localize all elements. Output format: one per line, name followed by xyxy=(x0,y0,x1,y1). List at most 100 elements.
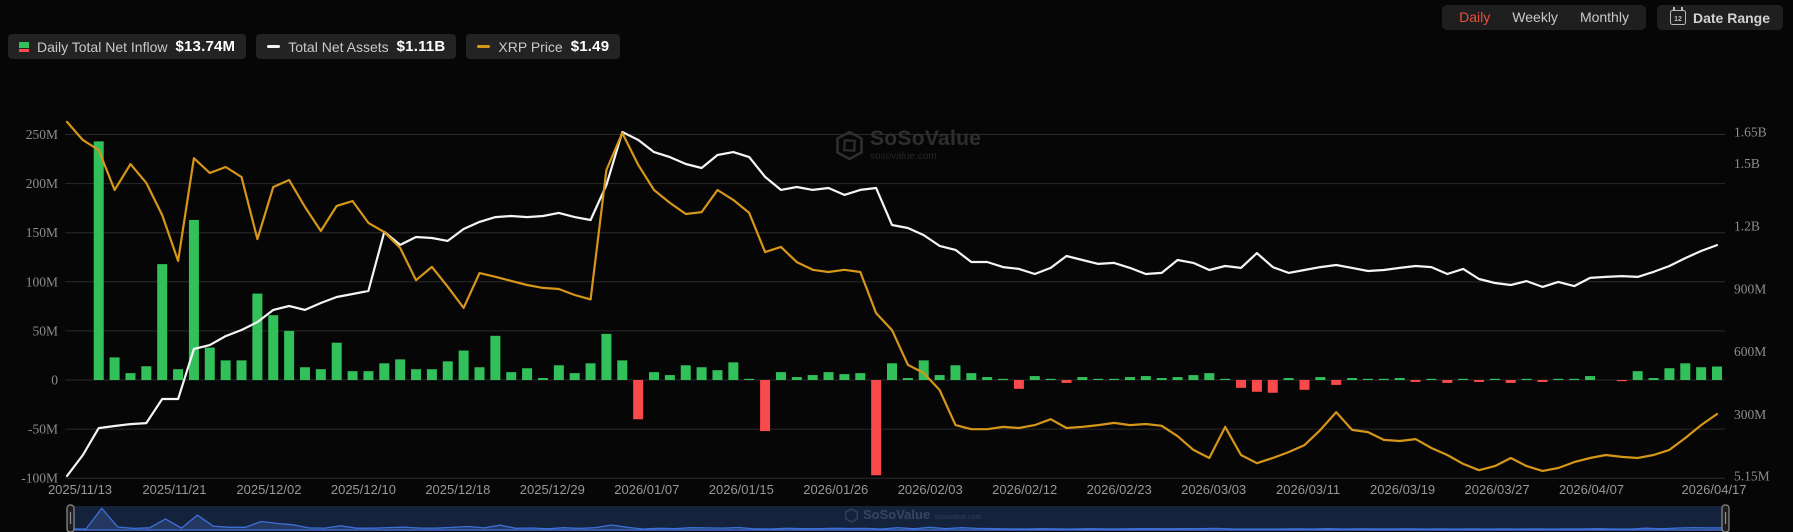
x-axis-date-label: 2025/11/21 xyxy=(142,482,206,497)
inflow-bar-positive xyxy=(221,360,231,380)
x-axis-date-label: 2026/02/03 xyxy=(898,482,963,497)
inflow-bar-positive xyxy=(792,377,802,380)
date-range-label: Date Range xyxy=(1693,10,1770,26)
inflow-bar-positive xyxy=(649,372,659,380)
inflow-bar-negative xyxy=(871,380,881,475)
x-axis-date-label: 2026/04/17 xyxy=(1681,482,1746,497)
left-axis-tick-label: 100M xyxy=(26,274,58,289)
inflow-bar-positive xyxy=(173,369,183,380)
inflow-bar-positive xyxy=(982,377,992,380)
inflow-bar-positive xyxy=(1522,379,1532,380)
inflow-bar-negative xyxy=(1411,380,1421,382)
inflow-bar-positive xyxy=(712,370,722,380)
inflow-bar-positive xyxy=(824,372,834,380)
calendar-icon: 12 xyxy=(1670,10,1686,25)
inflow-bar-positive xyxy=(506,372,516,380)
inflow-bar-positive xyxy=(1395,378,1405,380)
inflow-bar-positive xyxy=(1553,379,1563,380)
inflow-bar-positive xyxy=(490,336,500,380)
legend-item-total-net-assets[interactable]: Total Net Assets $1.11B xyxy=(256,34,456,59)
inflow-bar-negative xyxy=(1331,380,1341,385)
tab-weekly[interactable]: Weekly xyxy=(1501,5,1569,30)
left-axis-tick-label: -50M xyxy=(28,422,58,437)
x-axis-date-label: 2026/03/27 xyxy=(1465,482,1530,497)
x-axis-date-label: 2025/12/18 xyxy=(425,482,490,497)
left-axis-tick-label: 200M xyxy=(26,176,58,191)
date-range-button[interactable]: 12 Date Range xyxy=(1657,5,1783,30)
inflow-bar-negative xyxy=(633,380,643,419)
inflow-bar-positive xyxy=(379,363,389,380)
x-axis-date-label: 2026/02/12 xyxy=(992,482,1057,497)
inflow-bar-positive xyxy=(839,374,849,380)
xrp-price-line xyxy=(67,122,1717,471)
legend-label: Daily Total Net Inflow xyxy=(37,39,167,55)
chart-canvas[interactable]: 250M200M150M100M50M0-50M-100M1.65B1.5B1.… xyxy=(0,0,1793,532)
x-axis-date-label: 2025/11/13 xyxy=(48,482,112,497)
left-axis-tick-label: 0 xyxy=(51,373,58,388)
x-axis-date-label: 2026/03/11 xyxy=(1276,482,1340,497)
tab-daily[interactable]: Daily xyxy=(1448,5,1501,30)
right-axis-tick-label: 1.5B xyxy=(1734,156,1760,171)
inflow-bar-positive xyxy=(1188,375,1198,380)
inflow-bar-positive xyxy=(950,365,960,380)
legend-value: $13.74M xyxy=(175,38,235,55)
inflow-bar-negative xyxy=(1617,380,1627,381)
inflow-bar-positive xyxy=(586,363,596,380)
left-axis-tick-label: 250M xyxy=(26,127,58,142)
inflow-bar-positive xyxy=(1585,376,1595,380)
x-axis-date-label: 2026/01/07 xyxy=(614,482,679,497)
inflow-bar-positive xyxy=(1141,376,1151,380)
x-axis-date-label: 2026/03/19 xyxy=(1370,482,1435,497)
right-axis-tick-label: 300M xyxy=(1734,407,1766,422)
inflow-bar-positive xyxy=(1173,377,1183,380)
legend-value: $1.11B xyxy=(397,38,446,55)
legend-value: $1.49 xyxy=(571,38,610,55)
x-axis-date-label: 2026/04/07 xyxy=(1559,482,1624,497)
x-axis-date-label: 2026/02/23 xyxy=(1087,482,1152,497)
inflow-bar-positive xyxy=(443,361,453,380)
inflow-bar-positive xyxy=(268,315,278,380)
inflow-bar-positive xyxy=(855,373,865,380)
xrp-etf-chart-panel: Daily Weekly Monthly 12 Date Range Daily… xyxy=(0,0,1793,532)
inflow-bar-positive xyxy=(348,371,358,380)
right-axis-tick-label: 1.2B xyxy=(1734,219,1760,234)
inflow-bar-positive xyxy=(332,343,342,380)
legend-label: Total Net Assets xyxy=(288,39,388,55)
inflow-bar-positive xyxy=(776,372,786,380)
x-axis-date-label: 2025/12/10 xyxy=(331,482,396,497)
inflow-bars-icon xyxy=(19,42,29,52)
inflow-bar-positive xyxy=(570,373,580,380)
x-axis-date-label: 2026/03/03 xyxy=(1181,482,1246,497)
inflow-bar-positive xyxy=(237,360,247,380)
inflow-bar-positive xyxy=(363,371,373,380)
inflow-bar-positive xyxy=(475,367,485,380)
inflow-bar-positive xyxy=(1379,379,1389,380)
inflow-bar-positive xyxy=(157,264,167,380)
legend-item-xrp-price[interactable]: XRP Price $1.49 xyxy=(466,34,620,59)
inflow-bar-positive xyxy=(252,294,262,380)
tab-monthly[interactable]: Monthly xyxy=(1569,5,1640,30)
right-axis-tick-label: 600M xyxy=(1734,344,1766,359)
inflow-bar-positive xyxy=(316,369,326,380)
inflow-bar-positive xyxy=(1046,379,1056,380)
inflow-bar-positive xyxy=(617,360,627,380)
right-axis-tick-label: 900M xyxy=(1734,281,1766,296)
inflow-bar-positive xyxy=(522,368,532,380)
inflow-bar-positive xyxy=(1093,379,1103,380)
inflow-bar-positive xyxy=(189,220,199,380)
inflow-bar-negative xyxy=(1062,380,1072,383)
left-axis-tick-label: 150M xyxy=(26,225,58,240)
x-axis-date-label: 2026/01/26 xyxy=(803,482,868,497)
inflow-bar-positive xyxy=(1490,379,1500,380)
inflow-bar-positive xyxy=(1633,371,1643,380)
inflow-bar-negative xyxy=(1236,380,1246,388)
inflow-bar-positive xyxy=(1363,379,1373,380)
legend-item-daily-net-inflow[interactable]: Daily Total Net Inflow $13.74M xyxy=(8,34,246,59)
inflow-bar-negative xyxy=(760,380,770,431)
inflow-bar-positive xyxy=(681,365,691,380)
navigator-selected-range[interactable] xyxy=(70,506,1726,531)
inflow-bar-positive xyxy=(1315,377,1325,380)
inflow-bar-negative xyxy=(1474,380,1484,382)
inflow-bar-positive xyxy=(1680,363,1690,380)
inflow-bar-positive xyxy=(1426,379,1436,380)
